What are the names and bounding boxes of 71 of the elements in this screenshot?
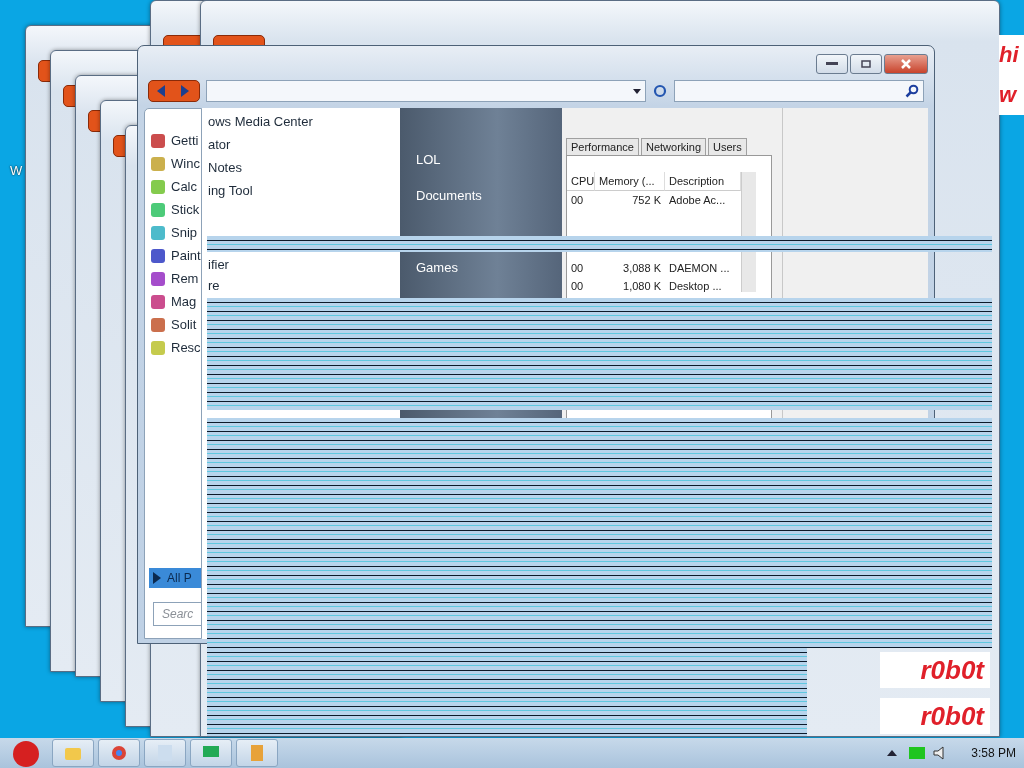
app-icon	[150, 293, 166, 310]
program-item[interactable]: Resc	[145, 336, 201, 359]
program-item[interactable]: Getti	[145, 129, 201, 152]
app-icon	[150, 316, 166, 333]
maximize-button[interactable]	[850, 54, 882, 74]
program-item[interactable]: Calc	[145, 175, 201, 198]
minimize-icon	[826, 62, 838, 66]
app-icon	[150, 201, 166, 218]
app-icon	[150, 155, 166, 172]
table-cell-text: 752 K	[631, 193, 662, 208]
table-cell-text: Adobe Ac...	[668, 193, 727, 208]
taskbar-button[interactable]	[144, 739, 186, 767]
place-link[interactable]: Documents	[416, 186, 562, 206]
program-item[interactable]: Winc	[145, 152, 201, 175]
table-cell-text: DAEMON ...	[668, 261, 731, 276]
program-item[interactable]: ator	[202, 133, 400, 156]
minimize-button[interactable]	[816, 54, 848, 74]
program-item[interactable]: Snip	[145, 221, 201, 244]
table-cell-text: 00	[570, 279, 585, 294]
column-header[interactable]: Memory (...	[595, 172, 665, 191]
program-item[interactable]: Mag	[145, 290, 201, 313]
folder-icon	[65, 746, 81, 760]
app-icon	[150, 270, 166, 287]
app-icon	[150, 247, 166, 264]
banner-text: w	[999, 75, 1024, 115]
close-button[interactable]	[884, 54, 928, 74]
taskbar-button[interactable]	[98, 739, 140, 767]
app-icon	[251, 745, 263, 761]
tab[interactable]: Networking	[641, 138, 706, 155]
taskbar-button[interactable]	[236, 739, 278, 767]
program-item[interactable]: ing Tool	[202, 179, 400, 202]
program-item[interactable]: Paint	[145, 244, 201, 267]
navigation-buttons[interactable]	[148, 80, 200, 102]
app-icon	[150, 178, 166, 195]
app-icon	[150, 339, 166, 356]
clock[interactable]: 3:58 PM	[971, 746, 1016, 760]
search-icon[interactable]	[905, 84, 919, 98]
close-icon	[900, 59, 912, 69]
all-programs-item[interactable]: All P	[149, 568, 201, 588]
app-icon	[150, 132, 166, 149]
app-icon	[150, 224, 166, 241]
program-item[interactable]: Solit	[145, 313, 201, 336]
table-cell-text: Desktop ...	[668, 279, 723, 294]
column-header[interactable]: CPU	[567, 172, 595, 191]
show-hidden-icons-icon[interactable]	[887, 750, 898, 756]
dropdown-icon[interactable]	[633, 88, 641, 94]
table-cell-text: 1,080 K	[622, 279, 662, 294]
table-cell-text: 00	[570, 193, 585, 208]
search-field[interactable]	[674, 80, 924, 102]
program-item[interactable]: Notes	[202, 156, 400, 179]
taskbar-button[interactable]	[52, 739, 94, 767]
banner-text: hi	[999, 35, 1024, 75]
program-item[interactable]: ows Media Center	[202, 110, 400, 133]
maximize-icon	[861, 60, 871, 68]
address-field[interactable]	[206, 80, 646, 102]
table-cell-text: 00	[570, 261, 585, 276]
refresh-icon[interactable]	[652, 83, 668, 99]
program-item[interactable]: re	[202, 275, 400, 296]
taskbar-button[interactable]	[190, 739, 232, 767]
banner-text: r0b0t	[880, 652, 990, 688]
browser-icon	[111, 745, 127, 761]
tab[interactable]: Performance	[566, 138, 639, 155]
tab[interactable]: Users	[708, 138, 747, 155]
banner-text: r0b0t	[880, 698, 990, 734]
place-link[interactable]: LOL	[416, 150, 562, 170]
place-link[interactable]: Games	[416, 258, 562, 278]
triangle-icon	[153, 572, 161, 584]
program-item[interactable]: Rem	[145, 267, 201, 290]
program-item[interactable]: Stick	[145, 198, 201, 221]
table-cell-text: 3,088 K	[622, 261, 662, 276]
program-item[interactable]: ifier	[202, 254, 400, 275]
